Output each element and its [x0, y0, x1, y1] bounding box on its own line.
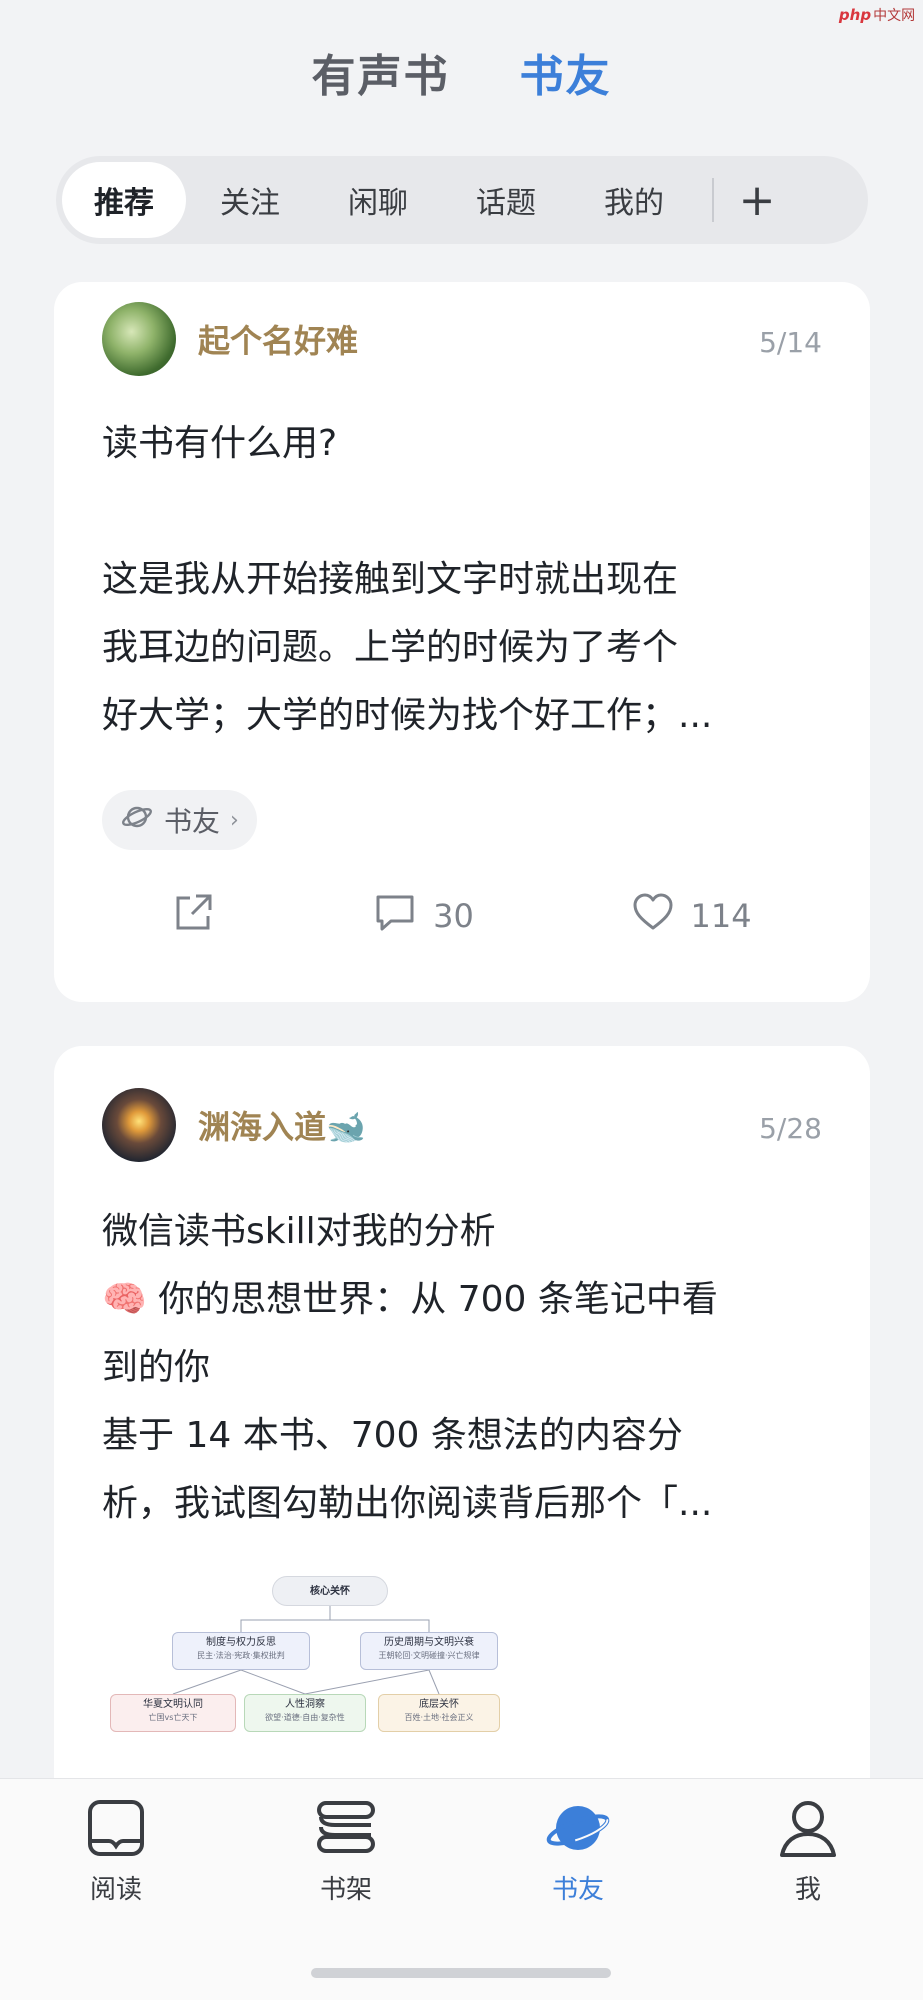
- post-card[interactable]: 渊海入道🐋 5/28 微信读书skill对我的分析 🧠 你的思想世界：从 700…: [54, 1046, 870, 1806]
- home-indicator[interactable]: [311, 1968, 611, 1978]
- post-author-row: 渊海入道🐋: [102, 1088, 366, 1162]
- post-author-row: 起个名好难: [102, 302, 358, 376]
- mindmap-connectors: [172, 1606, 440, 1695]
- mindmap-node-subtitle: 百姓·土地·社会正义: [404, 1713, 474, 1722]
- bottom-nav-bar: 阅读 书架 书友 我: [0, 1778, 923, 2000]
- comment-count: 30: [433, 897, 474, 935]
- nav-label: 我: [794, 1875, 821, 1905]
- post-line: 读书有什么用?: [102, 423, 338, 464]
- mindmap-node-title: 制度与权力反思: [206, 1637, 276, 1648]
- mindmap-node: 底层关怀 百姓·土地·社会正义: [378, 1694, 500, 1732]
- tab-following[interactable]: 关注: [186, 162, 314, 238]
- topic-tag-chip[interactable]: 书友 ›: [102, 790, 257, 850]
- whale-icon: 🐋: [326, 1108, 366, 1146]
- post-date: 5/28: [759, 1112, 822, 1145]
- post-body[interactable]: 微信读书skill对我的分析 🧠 你的思想世界：从 700 条笔记中看 到的你 …: [102, 1198, 822, 1538]
- like-button[interactable]: 114: [631, 890, 752, 942]
- mindmap-node-subtitle: 王朝轮回·文明碰撞·兴亡规律: [378, 1651, 480, 1660]
- add-tab-button[interactable]: +: [714, 162, 800, 238]
- post-line: 微信读书skill对我的分析: [102, 1211, 496, 1252]
- mindmap-node-subtitle: 欲望·道德·自由·复杂性: [265, 1713, 345, 1722]
- comment-icon: [373, 890, 417, 942]
- watermark-brand: php: [838, 6, 872, 24]
- nav-item-reading[interactable]: 阅读: [56, 1797, 176, 1906]
- nav-label: 阅读: [89, 1875, 142, 1905]
- like-count: 114: [690, 897, 752, 935]
- tab-book-friends[interactable]: 书友: [520, 40, 612, 104]
- tab-audiobook[interactable]: 有声书: [312, 40, 450, 104]
- nav-label: 书友: [551, 1875, 604, 1905]
- tab-mine[interactable]: 我的: [570, 162, 698, 238]
- post-line: 基于 14 本书、700 条想法的内容分: [102, 1415, 683, 1456]
- post-line: 🧠 你的思想世界：从 700 条笔记中看: [102, 1279, 718, 1320]
- share-button[interactable]: [172, 890, 216, 942]
- author-name-text: 渊海入道: [198, 1108, 327, 1146]
- mindmap-node-subtitle: 亡国vs亡天下: [148, 1713, 198, 1722]
- author-name[interactable]: 起个名好难: [198, 316, 358, 362]
- chevron-right-icon: ›: [230, 807, 239, 833]
- mindmap-node: 人性洞察 欲望·道德·自由·复杂性: [244, 1694, 366, 1732]
- tab-recommend[interactable]: 推荐: [62, 162, 186, 238]
- profile-icon: [777, 1797, 839, 1863]
- planet-icon: [545, 1797, 611, 1863]
- post-line: 到的你: [102, 1347, 211, 1388]
- mindmap-node: 华夏文明认同 亡国vs亡天下: [110, 1694, 236, 1732]
- mindmap-node-title: 华夏文明认同: [143, 1699, 203, 1710]
- mindmap-image[interactable]: 核心关怀 制度与权力反思 民主·法治·宪政·集权批判 历史周期与文明兴衰 王朝轮…: [102, 1576, 522, 1806]
- tag-label: 书友: [164, 805, 221, 838]
- share-icon: [172, 890, 216, 942]
- bookshelf-icon: [315, 1797, 377, 1863]
- mindmap-node-title: 人性洞察: [285, 1699, 325, 1710]
- mindmap-node: 历史周期与文明兴衰 王朝轮回·文明碰撞·兴亡规律: [360, 1632, 498, 1670]
- planet-icon: [120, 800, 154, 841]
- tab-topics[interactable]: 话题: [442, 162, 570, 238]
- mindmap-node-title: 底层关怀: [419, 1699, 459, 1710]
- watermark-text: 中文网: [873, 8, 916, 24]
- mindmap-node: 制度与权力反思 民主·法治·宪政·集权批判: [172, 1632, 310, 1670]
- avatar[interactable]: [102, 1088, 176, 1162]
- post-body[interactable]: 读书有什么用? 这是我从开始接触到文字时就出现在 我耳边的问题。上学的时候为了考…: [102, 410, 822, 750]
- nav-item-me[interactable]: 我: [748, 1797, 868, 1906]
- post-line: 这是我从开始接触到文字时就出现在: [102, 559, 679, 600]
- mindmap-node-subtitle: 民主·法治·宪政·集权批判: [197, 1651, 285, 1660]
- nav-label: 书架: [319, 1875, 372, 1905]
- post-actions: 30 114: [54, 890, 870, 942]
- tab-chat[interactable]: 闲聊: [314, 162, 442, 238]
- post-line: 析，我试图勾勒出你阅读背后那个「...: [102, 1483, 713, 1524]
- mindmap-root-node: 核心关怀: [272, 1576, 388, 1606]
- avatar[interactable]: [102, 302, 176, 376]
- book-reading-icon: [85, 1797, 147, 1863]
- nav-item-book-friends[interactable]: 书友: [518, 1797, 638, 1906]
- post-line: 我耳边的问题。上学的时候为了考个: [102, 627, 679, 668]
- nav-item-bookshelf[interactable]: 书架: [286, 1797, 406, 1906]
- author-name[interactable]: 渊海入道🐋: [198, 1102, 366, 1148]
- comment-button[interactable]: 30: [373, 890, 474, 942]
- mindmap-node-title: 历史周期与文明兴衰: [384, 1637, 474, 1648]
- category-tab-bar: 推荐 关注 闲聊 话题 我的 +: [56, 156, 868, 244]
- post-card[interactable]: 起个名好难 5/14 读书有什么用? 这是我从开始接触到文字时就出现在 我耳边的…: [54, 282, 870, 1002]
- heart-icon: [631, 890, 675, 942]
- post-date: 5/14: [759, 326, 822, 359]
- top-tab-bar: 有声书 书友: [0, 40, 923, 104]
- post-line: [102, 478, 822, 546]
- post-line: 好大学；大学的时候为找个好工作；...: [102, 695, 713, 736]
- site-watermark: php 中文网: [831, 0, 923, 30]
